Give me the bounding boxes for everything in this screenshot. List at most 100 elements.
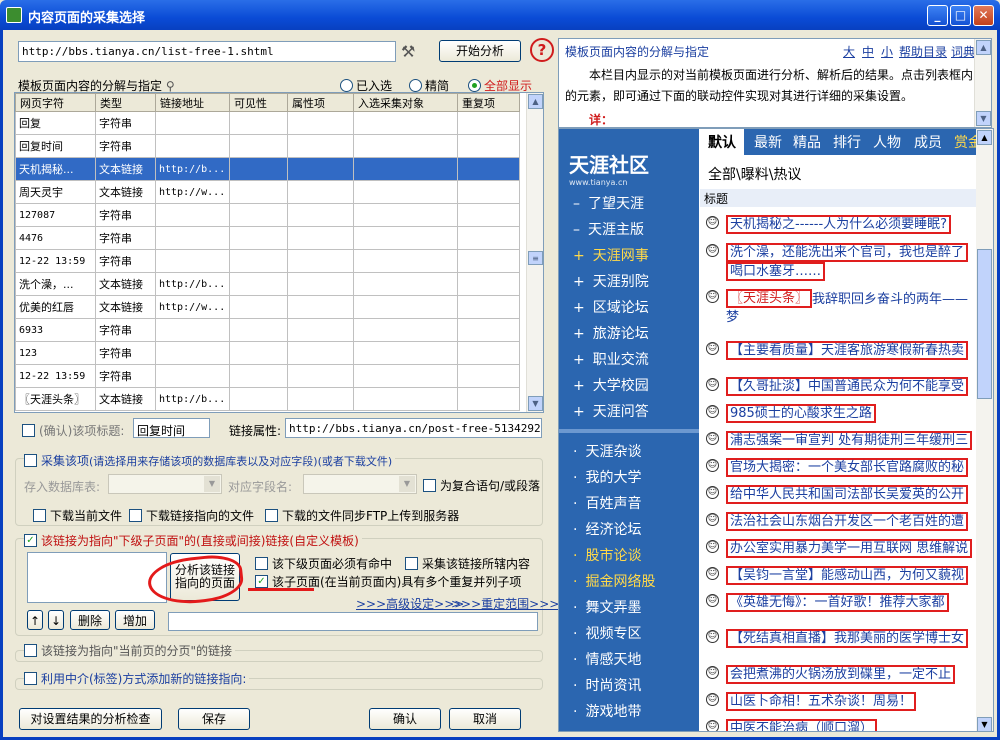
post-title-link[interactable]: 会把煮沸的火锅汤放到碟里，一定不止 bbox=[726, 663, 956, 684]
download-link-row[interactable]: 下载链接指向的文件 bbox=[129, 507, 254, 524]
grid-header-cell[interactable]: 链接地址 bbox=[155, 93, 230, 112]
post-title-link[interactable]: 《英雄无悔》：一首好歌！推荐大家都 bbox=[726, 591, 949, 612]
tianya-nav-item[interactable]: – 了望天涯 bbox=[573, 193, 644, 213]
must-hit-row[interactable]: 该下级页面必须有命中 bbox=[255, 555, 392, 572]
post-title-link[interactable]: 985硕士的心酸求生之路 bbox=[726, 402, 876, 423]
tab-members[interactable]: 成员 bbox=[914, 132, 942, 152]
paging-header[interactable]: 该链接为指向"当前页的分页"的链接 bbox=[24, 642, 236, 659]
grid-header-cell[interactable]: 类型 bbox=[95, 93, 156, 112]
tianya-nav-item[interactable]: · 游戏地带 bbox=[573, 701, 641, 721]
post-title-link[interactable]: 【死结真相直播】我那美丽的医学博士女 bbox=[726, 627, 969, 648]
post-title-link[interactable]: 洗个澡，还能洗出来个官司，我也是醉了 bbox=[726, 241, 969, 262]
tianya-nav-item[interactable]: – 天涯主版 bbox=[573, 219, 644, 239]
element-grid[interactable]: 网页字符 类型 链接地址 可见性 属性项 入选采集对象 重复项 回复 字符串 回复时间 字符串 天机… bbox=[14, 92, 544, 413]
sublink-list[interactable] bbox=[27, 552, 167, 603]
post-title-link[interactable]: 法治社会山东烟台开发区一个老百姓的遭 bbox=[726, 510, 969, 531]
sublink-input[interactable] bbox=[168, 612, 538, 631]
tab-latest[interactable]: 最新 bbox=[754, 132, 782, 152]
grid-header-cell[interactable]: 可见性 bbox=[229, 93, 288, 112]
grid-row[interactable]: 回复 字符串 bbox=[15, 111, 520, 135]
tianya-nav-item[interactable]: · 天涯杂谈 bbox=[573, 441, 641, 461]
post-title-link[interactable]: 〖天涯头条〗 bbox=[726, 287, 813, 308]
download-current-row[interactable]: 下载当前文件 bbox=[33, 507, 122, 524]
tab-ranking[interactable]: 排行 bbox=[833, 132, 861, 152]
post-title-link[interactable]: 我辞职回乡奋斗的两年—— bbox=[812, 288, 968, 307]
post-title-link[interactable]: 梦 bbox=[726, 306, 739, 325]
repeat-child-checkbox[interactable]: ✓ bbox=[255, 575, 268, 588]
grid-row[interactable]: 127087 字符串 bbox=[15, 203, 520, 227]
collect-content-checkbox[interactable] bbox=[405, 557, 418, 570]
tab-default[interactable]: 默认 bbox=[700, 129, 744, 155]
post-title-link[interactable]: 天机揭秘之------人为什么必须要睡眠? bbox=[726, 213, 952, 234]
help-icon[interactable]: ? bbox=[530, 38, 554, 62]
tianya-nav-item[interactable]: · 情感天地 bbox=[573, 649, 641, 669]
grid-row[interactable]: 12-22 13:59 字符串 bbox=[15, 249, 520, 273]
compound-checkbox[interactable] bbox=[423, 479, 436, 492]
grid-row[interactable]: 〖天涯头条〗 文本链接 http://b... bbox=[15, 387, 520, 411]
grid-scrollbar[interactable]: ▲ ≡ ▼ bbox=[526, 93, 543, 412]
advanced-settings-link[interactable]: >>>高级设定>>> bbox=[356, 595, 464, 612]
download-current-checkbox[interactable] bbox=[33, 509, 46, 522]
grid-header-cell[interactable]: 入选采集对象 bbox=[353, 93, 458, 112]
confirm-title-input[interactable]: 回复时间 bbox=[133, 418, 210, 438]
help-font-large-link[interactable]: 大 bbox=[843, 43, 855, 60]
preview-scroll-down[interactable]: ▼ bbox=[977, 717, 992, 731]
grid-row[interactable]: 洗个澡，... 文本链接 http://b... bbox=[15, 272, 520, 296]
sublink-checkbox[interactable]: ✓ bbox=[24, 534, 37, 547]
grid-row[interactable]: 4476 字符串 bbox=[15, 226, 520, 250]
grid-scroll-thumb[interactable]: ≡ bbox=[528, 251, 543, 265]
grid-scroll-up[interactable]: ▲ bbox=[528, 94, 543, 109]
post-title-link[interactable]: 给中华人民共和国司法部长吴爱英的公开 bbox=[726, 483, 969, 504]
download-ftp-row[interactable]: 下载的文件同步FTP上传到服务器 bbox=[265, 507, 459, 524]
tianya-nav-item[interactable]: · 时尚资讯 bbox=[573, 675, 641, 695]
grid-row[interactable]: 优美的红唇 文本链接 http://w... bbox=[15, 295, 520, 319]
start-analysis-button[interactable]: 开始分析 bbox=[439, 40, 521, 62]
db-table-select[interactable]: ▼ bbox=[108, 474, 222, 494]
grid-scroll-down[interactable]: ▼ bbox=[528, 396, 543, 411]
ok-button[interactable]: 确认 bbox=[369, 708, 441, 730]
collect-item-header[interactable]: 采集该项(请选择用来存储该项的数据库表以及对应字段)(或者下载文件) bbox=[24, 452, 396, 469]
preview-scrollbar[interactable]: ▲ ▼ bbox=[976, 129, 993, 731]
post-title-link[interactable]: 山医卜命相！五术杂谈！周易！ bbox=[726, 690, 917, 711]
collect-content-row[interactable]: 采集该链接所辖内容 bbox=[405, 555, 530, 572]
download-ftp-checkbox[interactable] bbox=[265, 509, 278, 522]
url-input[interactable]: http://bbs.tianya.cn/list-free-1.shtml bbox=[18, 41, 396, 62]
sublink-header[interactable]: ✓ 该链接为指向"下级子页面"的(直接或间接)链接(自定义模板) bbox=[24, 532, 362, 549]
help-font-small-link[interactable]: 小 bbox=[881, 43, 893, 60]
tianya-nav-item[interactable]: + 旅游论坛 bbox=[573, 323, 649, 343]
post-title-link[interactable]: 中医不能治病（顺口溜） bbox=[726, 717, 878, 731]
tianya-nav-item[interactable]: + 天涯问答 bbox=[573, 401, 649, 421]
help-font-medium-link[interactable]: 中 bbox=[862, 43, 874, 60]
tianya-nav-item[interactable]: · 我的大学 bbox=[573, 467, 641, 487]
repeat-child-row[interactable]: ✓ 该子页面(在当前页面内)具有多个重复并列子项 bbox=[255, 573, 521, 590]
download-link-checkbox[interactable] bbox=[129, 509, 142, 522]
tools-icon[interactable]: ⚒ bbox=[401, 42, 415, 61]
post-title-link[interactable]: 浦志强案一审宣判 处有期徒刑三年缓刑三 bbox=[726, 429, 973, 450]
field-name-select[interactable]: ▼ bbox=[303, 474, 417, 494]
delete-button[interactable]: 删除 bbox=[70, 610, 110, 630]
post-title-link[interactable]: 【吴钧一言堂】能感动山西，为何又藐视 bbox=[726, 564, 969, 585]
help-contents-link[interactable]: 帮助目录 bbox=[899, 43, 947, 60]
grid-row[interactable]: 123 字符串 bbox=[15, 341, 520, 365]
preview-scroll-thumb[interactable] bbox=[977, 249, 992, 399]
tianya-nav-item[interactable]: · 舞文弄墨 bbox=[573, 597, 641, 617]
must-hit-checkbox[interactable] bbox=[255, 557, 268, 570]
post-title-link[interactable]: 【主要看质量】天涯客旅游寒假新春热卖 bbox=[726, 339, 969, 360]
collect-item-checkbox[interactable] bbox=[24, 454, 37, 467]
confirm-title-row[interactable]: (确认)该项标题: bbox=[22, 422, 124, 439]
post-title-link[interactable]: 办公室实用暴力美学一用互联网 思维解说 bbox=[726, 537, 973, 558]
tianya-nav-item[interactable]: + 区域论坛 bbox=[573, 297, 649, 317]
tianya-nav-item[interactable]: · 百姓声音 bbox=[573, 493, 641, 513]
add-button[interactable]: 增加 bbox=[115, 610, 155, 630]
grid-header-cell[interactable]: 属性项 bbox=[287, 93, 354, 112]
tianya-nav-item[interactable]: + 职业交流 bbox=[573, 349, 649, 369]
tianya-nav-item[interactable]: · 经济论坛 bbox=[573, 519, 641, 539]
cancel-button[interactable]: 取消 bbox=[449, 708, 521, 730]
help-scroll-down[interactable]: ▼ bbox=[976, 111, 991, 126]
maximize-button[interactable]: □ bbox=[950, 5, 971, 26]
post-title-link[interactable]: 【久哥扯淡】中国普通民众为何不能享受 bbox=[726, 375, 969, 396]
analysis-check-button[interactable]: 对设置结果的分析检查 bbox=[19, 708, 162, 730]
tianya-nav-item[interactable]: · 掘金网络股 bbox=[573, 571, 655, 591]
help-dictionary-link[interactable]: 词典 bbox=[951, 43, 975, 60]
post-title-link[interactable]: 官场大揭密：一个美女部长官路腐败的秘 bbox=[726, 456, 969, 477]
